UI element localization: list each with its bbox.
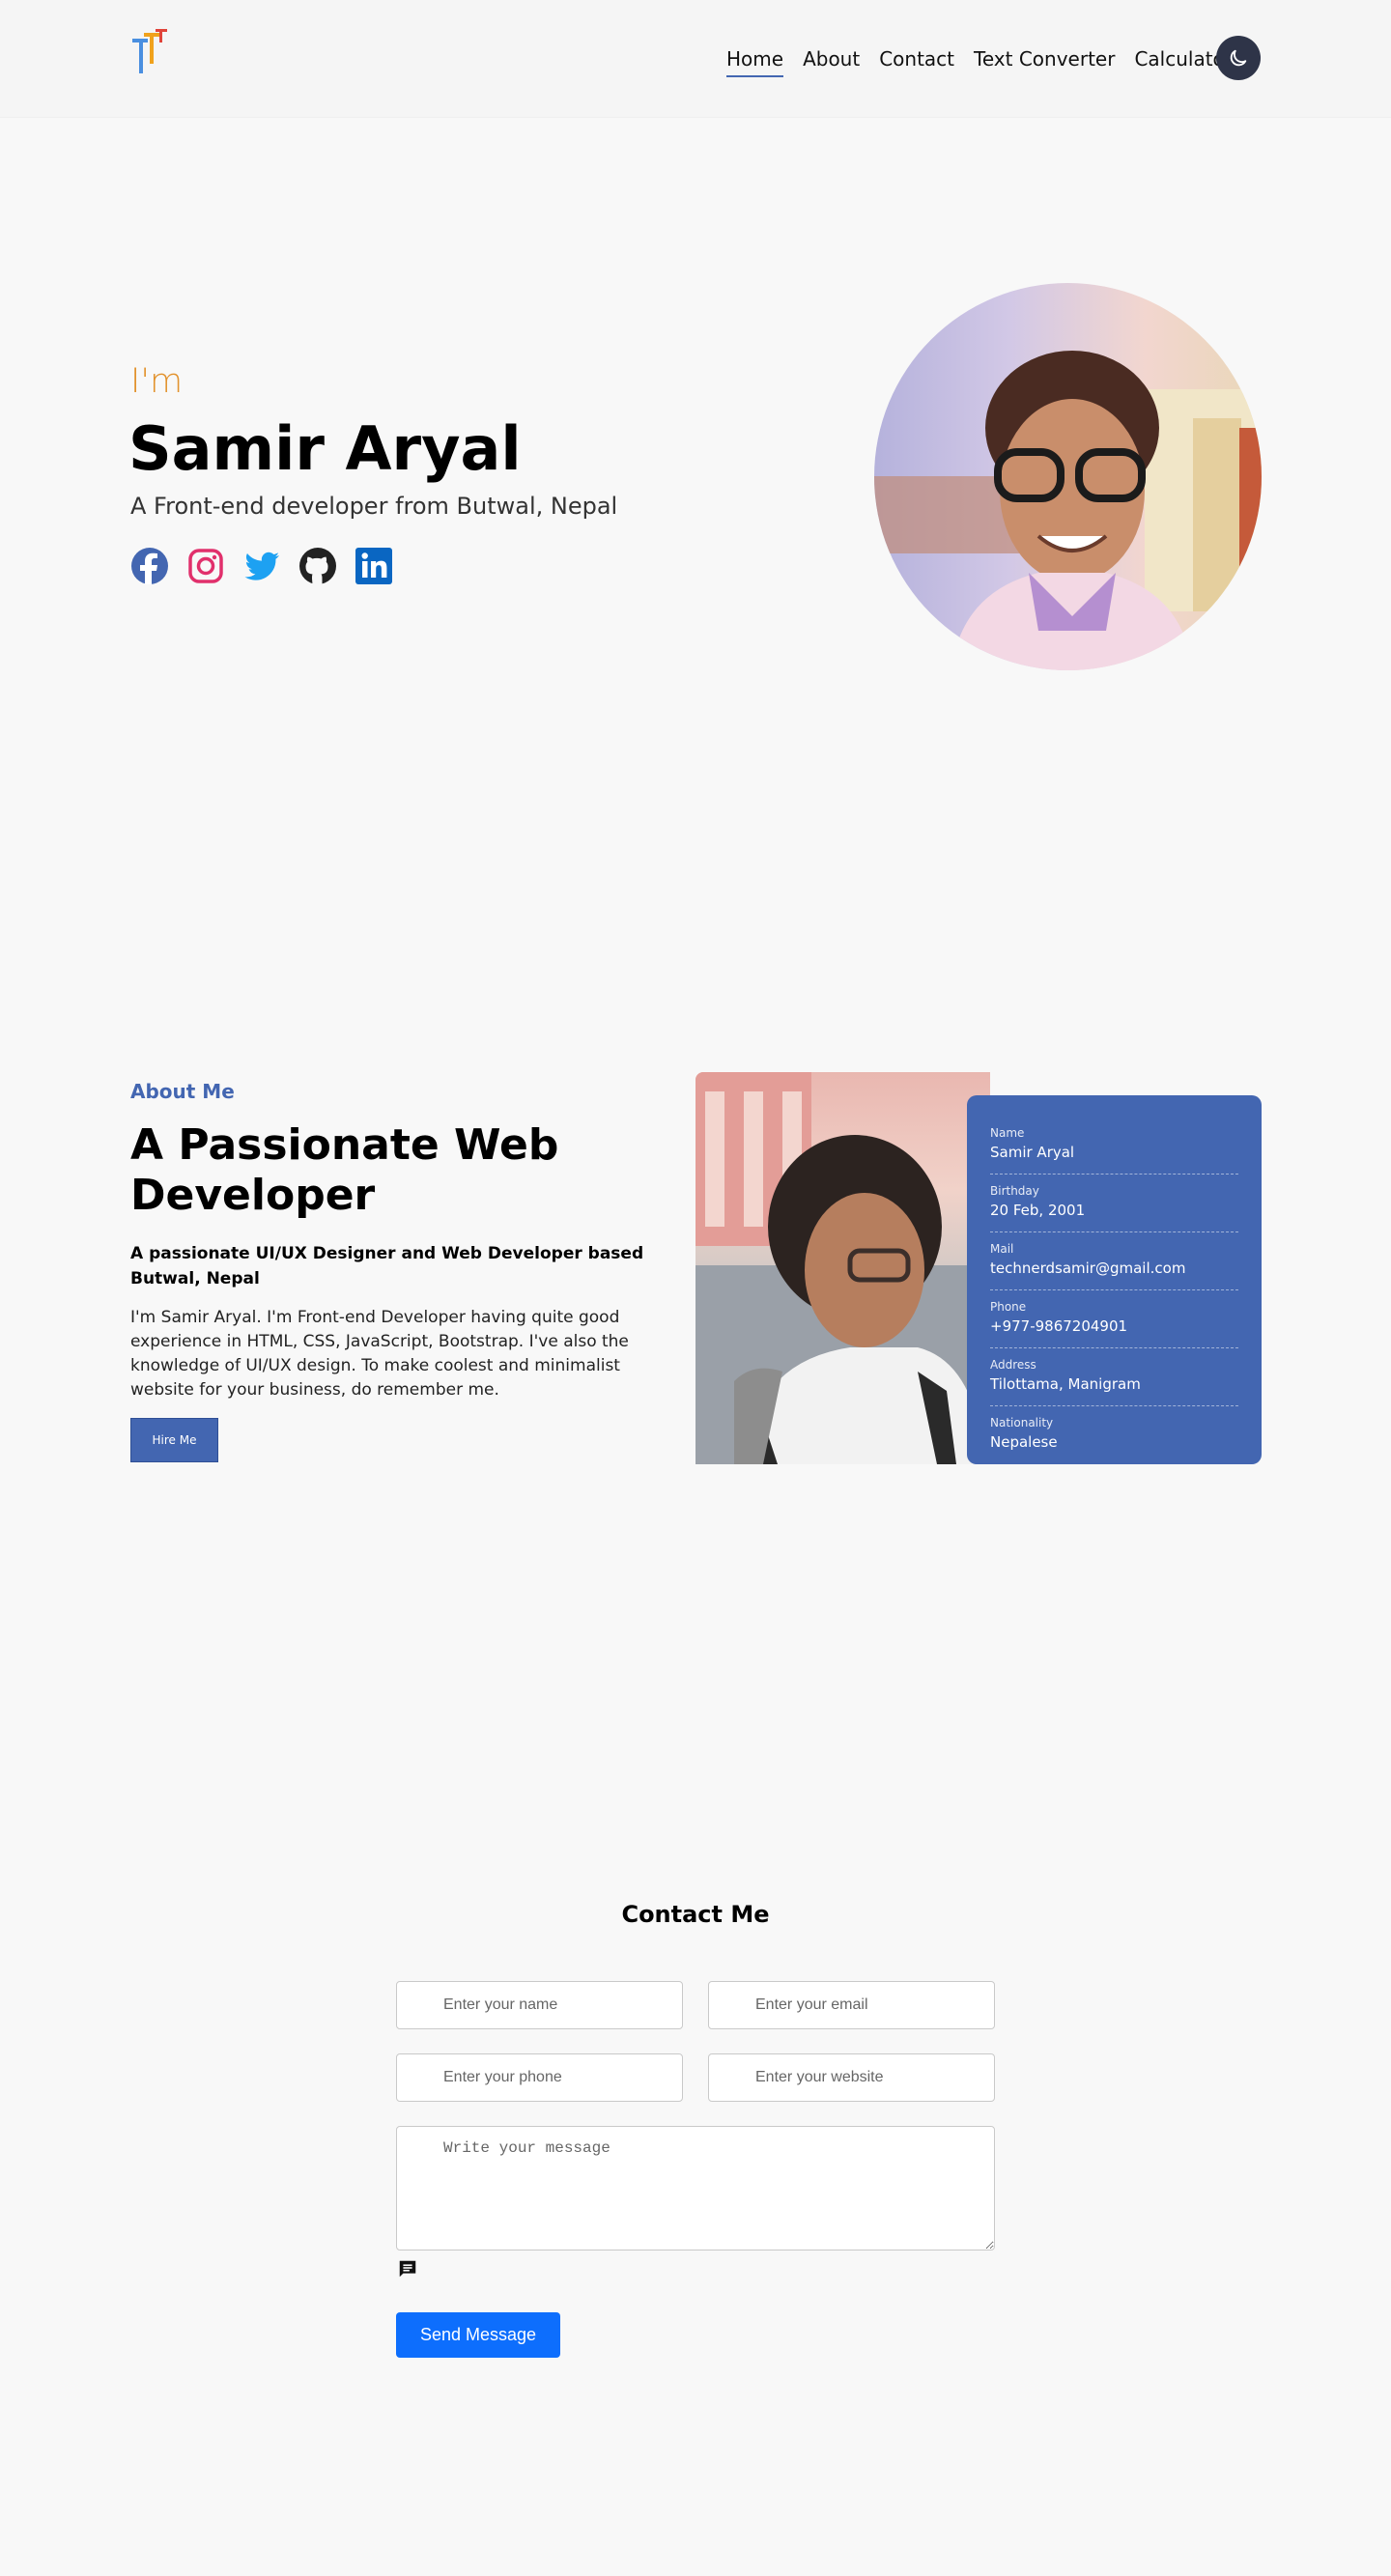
nav-contact[interactable]: Contact xyxy=(879,46,954,71)
info-row-birthday: Birthday 20 Feb, 2001 xyxy=(990,1175,1238,1232)
about-title: A Passionate Web Developer xyxy=(130,1120,559,1220)
info-label: Mail xyxy=(990,1242,1014,1256)
info-row-mail: Mail technerdsamir@gmail.com xyxy=(990,1232,1238,1290)
website-field[interactable] xyxy=(708,2053,995,2102)
social-links xyxy=(130,547,411,585)
hero-subtitle: A Front-end developer from Butwal, Nepal xyxy=(130,493,618,520)
message-icon xyxy=(399,2260,416,2278)
about-kicker: About Me xyxy=(130,1080,235,1103)
about-description: I'm Samir Aryal. I'm Front-end Developer… xyxy=(130,1308,629,1400)
contact-title: Contact Me xyxy=(621,1901,770,1928)
hero-greeting: I'm xyxy=(130,362,184,401)
linkedin-icon[interactable] xyxy=(355,547,393,585)
info-value: Tilottama, Manigram xyxy=(990,1375,1141,1393)
main-nav: Home About Contact Text Converter Calcul… xyxy=(726,46,1252,77)
info-label: Phone xyxy=(990,1300,1027,1314)
profile-photo xyxy=(874,283,1262,670)
info-value: Nepalese xyxy=(990,1433,1058,1451)
site-header: Home About Contact Text Converter Calcul… xyxy=(0,0,1391,118)
facebook-icon[interactable] xyxy=(130,547,169,585)
info-value: +977-9867204901 xyxy=(990,1317,1128,1335)
phone-field[interactable] xyxy=(396,2053,683,2102)
nav-home[interactable]: Home xyxy=(726,46,784,77)
info-row-nationality: Nationality Nepalese xyxy=(990,1406,1238,1464)
email-field[interactable] xyxy=(708,1981,995,2029)
info-label: Address xyxy=(990,1358,1036,1372)
send-message-button[interactable]: Send Message xyxy=(396,2312,560,2358)
message-field[interactable] xyxy=(396,2126,995,2250)
info-row-name: Name Samir Aryal xyxy=(990,1124,1238,1175)
nav-about[interactable]: About xyxy=(803,46,860,71)
hire-me-button[interactable]: Hire Me xyxy=(130,1418,218,1462)
instagram-icon[interactable] xyxy=(186,547,225,585)
github-icon[interactable] xyxy=(298,547,337,585)
info-value: 20 Feb, 2001 xyxy=(990,1202,1086,1219)
info-card: Name Samir Aryal Birthday 20 Feb, 2001 M… xyxy=(967,1095,1262,1464)
name-field[interactable] xyxy=(396,1981,683,2029)
hero-name: Samir Aryal xyxy=(128,413,522,484)
info-label: Birthday xyxy=(990,1184,1039,1198)
info-value: Samir Aryal xyxy=(990,1144,1075,1161)
moon-icon xyxy=(1230,49,1247,67)
about-photo xyxy=(696,1072,990,1464)
info-label: Name xyxy=(990,1126,1025,1140)
twitter-icon[interactable] xyxy=(242,547,281,585)
theme-toggle-button[interactable] xyxy=(1216,36,1261,80)
logo-icon[interactable] xyxy=(130,29,173,77)
nav-text-converter[interactable]: Text Converter xyxy=(974,46,1115,71)
about-headline: A passionate UI/UX Designer and Web Deve… xyxy=(130,1244,644,1288)
info-value: technerdsamir@gmail.com xyxy=(990,1260,1186,1277)
info-label: Nationality xyxy=(990,1416,1054,1430)
info-row-address: Address Tilottama, Manigram xyxy=(990,1348,1238,1406)
info-row-phone: Phone +977-9867204901 xyxy=(990,1290,1238,1348)
